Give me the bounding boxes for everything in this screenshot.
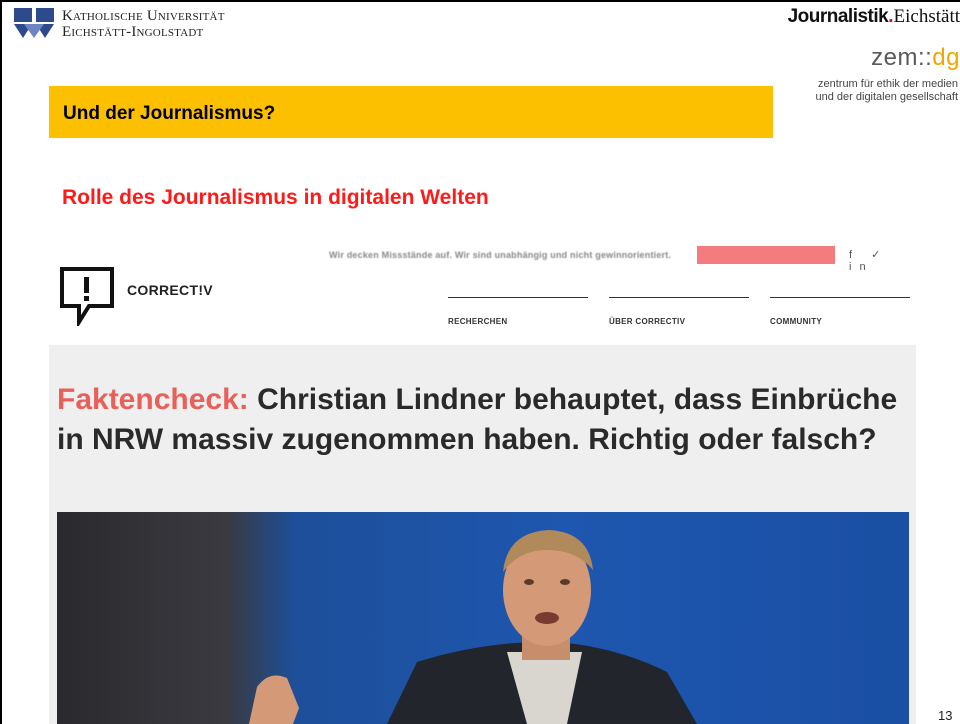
zem-sub-line2: und der digitalen gesellschaft bbox=[815, 91, 958, 103]
headline-prefix: Faktencheck: bbox=[57, 383, 249, 416]
slide-subtitle: Rolle des Journalismus in digitalen Welt… bbox=[62, 186, 489, 209]
journalistik-bold: Journalistik bbox=[787, 6, 889, 27]
nav-recherchen[interactable]: RECHERCHEN bbox=[448, 297, 588, 329]
slide-heading: Und der Journalismus? bbox=[63, 103, 276, 124]
correctiv-brand[interactable]: CORRECT!V bbox=[127, 282, 213, 298]
nav-ueber-correctiv[interactable]: ÜBER CORRECTIV bbox=[609, 297, 749, 329]
social-icons[interactable]: f ✓ in bbox=[849, 248, 916, 273]
top-strip-text: Wir decken Missstände auf. Wir sind unab… bbox=[329, 250, 672, 260]
zem-main: zem:: bbox=[871, 44, 933, 71]
correctiv-screenshot: Wir decken Missstände auf. Wir sind unab… bbox=[49, 240, 916, 724]
zem-logo: zem::dg bbox=[871, 44, 960, 72]
journalistik-rest: Eichstätt bbox=[893, 6, 960, 27]
correctiv-navbar: Wir decken Missstände auf. Wir sind unab… bbox=[49, 240, 916, 345]
nav-label: RECHERCHEN bbox=[448, 317, 508, 326]
journalistik-logo: Journalistik.Eichstätt bbox=[788, 6, 960, 28]
nav-label: COMMUNITY bbox=[770, 317, 823, 326]
correctiv-logo-icon bbox=[60, 267, 114, 326]
university-name: Katholische Universität Eichstätt-Ingols… bbox=[62, 8, 225, 40]
speaker-photo-illustration bbox=[249, 530, 697, 724]
university-logo-icon bbox=[14, 8, 54, 38]
heading-bar: Und der Journalismus? bbox=[49, 86, 773, 138]
page-number: 13 bbox=[938, 708, 953, 723]
nav-community[interactable]: COMMUNITY bbox=[770, 297, 910, 329]
university-line2: Eichstätt-Ingolstadt bbox=[62, 24, 204, 40]
zem-sub-line1: zentrum für ethik der medien bbox=[817, 78, 958, 90]
support-button[interactable] bbox=[697, 246, 835, 264]
university-line1: Katholische Universität bbox=[62, 8, 225, 24]
zem-subtitle: zentrum für ethik der medien und der dig… bbox=[788, 78, 958, 104]
zem-dg: dg bbox=[932, 44, 960, 71]
nav-label: ÜBER CORRECTIV bbox=[609, 317, 686, 326]
article-photo bbox=[57, 512, 909, 724]
article-headline[interactable]: Faktencheck: Christian Lindner behauptet… bbox=[57, 380, 916, 460]
